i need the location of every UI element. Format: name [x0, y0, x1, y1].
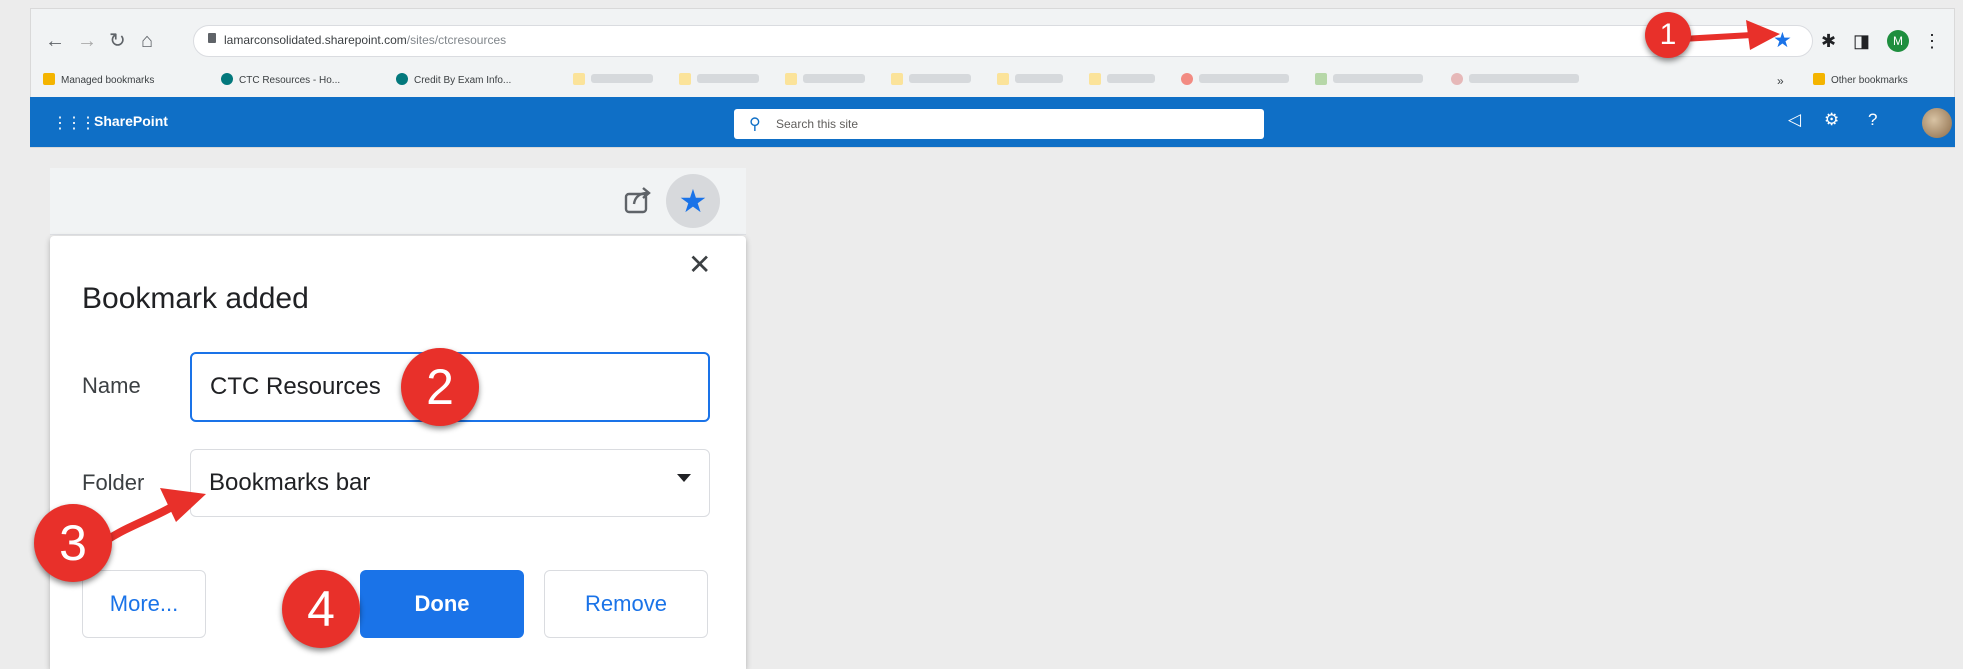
- bookmark-star-icon[interactable]: ★: [666, 174, 720, 228]
- site-icon: [1315, 73, 1327, 85]
- bookmark-blurred[interactable]: [1315, 73, 1423, 89]
- bookmark-label: CTC Resources - Ho...: [239, 75, 341, 86]
- sharepoint-icon: [221, 73, 233, 85]
- folder-icon: [679, 73, 691, 85]
- blurred-text: [1199, 74, 1289, 83]
- search-placeholder: Search this site: [776, 117, 859, 131]
- site-icon: [1451, 73, 1463, 85]
- sharepoint-icon: [396, 73, 408, 85]
- forward-icon[interactable]: →: [77, 29, 97, 53]
- help-icon[interactable]: ?: [1868, 110, 1877, 130]
- folder-label: Folder: [82, 470, 145, 495]
- more-button[interactable]: More...: [82, 570, 206, 638]
- megaphone-icon[interactable]: ◁: [1788, 110, 1801, 130]
- url-path: /sites/ctcresources: [406, 33, 507, 47]
- blurred-text: [1107, 74, 1155, 83]
- callout-4: 4: [282, 570, 360, 648]
- dropdown-caret-icon: [677, 474, 691, 482]
- site-search-box[interactable]: ⚲ Search this site: [734, 109, 1264, 139]
- folder-icon: [573, 73, 585, 85]
- extensions-icon[interactable]: ✱: [1821, 30, 1836, 52]
- folder-selected-value: Bookmarks bar: [209, 469, 371, 496]
- other-bookmarks[interactable]: Other bookmarks: [1813, 73, 1908, 89]
- bookmark-blurred[interactable]: [573, 73, 653, 89]
- reload-icon[interactable]: ↻: [109, 29, 126, 53]
- user-avatar[interactable]: [1922, 108, 1952, 138]
- blurred-text: [1469, 74, 1579, 83]
- menu-icon[interactable]: ⋮: [1923, 30, 1941, 52]
- bookmark-credit-by-exam[interactable]: Credit By Exam Info...: [396, 73, 511, 89]
- bookmark-blurred[interactable]: [1451, 73, 1579, 89]
- bookmark-blurred[interactable]: [997, 73, 1063, 89]
- remove-button[interactable]: Remove: [544, 570, 708, 638]
- folder-icon: [1813, 73, 1825, 85]
- bookmark-label: Credit By Exam Info...: [414, 75, 512, 86]
- callout-3: 3: [34, 504, 112, 582]
- bookmark-added-dialog: ✕ Bookmark added Name Folder Bookmarks b…: [50, 236, 746, 669]
- side-panel-icon[interactable]: ◨: [1853, 30, 1870, 52]
- done-button[interactable]: Done: [360, 570, 524, 638]
- bookmarks-bar: Managed bookmarks CTC Resources - Ho... …: [31, 65, 1954, 95]
- folder-icon: [997, 73, 1009, 85]
- lock-icon: [208, 33, 216, 43]
- back-icon[interactable]: ←: [45, 29, 65, 53]
- blurred-text: [1333, 74, 1423, 83]
- callout-2: 2: [401, 348, 479, 426]
- callout-1: 1: [1645, 12, 1691, 58]
- toolbar-strip: ★: [50, 168, 746, 235]
- blurred-text: [697, 74, 759, 83]
- bookmark-blurred[interactable]: [679, 73, 759, 89]
- folder-select[interactable]: Bookmarks bar: [190, 449, 710, 517]
- home-icon[interactable]: ⌂: [141, 29, 153, 53]
- blurred-text: [909, 74, 971, 83]
- name-label: Name: [82, 373, 141, 398]
- bookmark-blurred[interactable]: [891, 73, 971, 89]
- search-icon: ⚲: [749, 116, 761, 133]
- dialog-title: Bookmark added: [82, 282, 309, 315]
- bookmark-star-icon[interactable]: ★: [1773, 29, 1792, 53]
- url-text: lamarconsolidated.sharepoint.com/sites/c…: [224, 33, 506, 47]
- folder-icon: [1089, 73, 1101, 85]
- site-icon: [1181, 73, 1193, 85]
- blurred-text: [1015, 74, 1063, 83]
- bookmark-managed[interactable]: Managed bookmarks: [43, 73, 154, 89]
- bookmark-blurred[interactable]: [1181, 73, 1289, 89]
- address-bar[interactable]: lamarconsolidated.sharepoint.com/sites/c…: [193, 25, 1813, 57]
- bookmark-label: Other bookmarks: [1831, 75, 1908, 86]
- bookmark-blurred[interactable]: [785, 73, 865, 89]
- bookmark-ctc-resources[interactable]: CTC Resources - Ho...: [221, 73, 340, 89]
- sharepoint-header: ⋮⋮⋮ SharePoint ⚲ Search this site ◁ ⚙ ?: [30, 97, 1955, 147]
- folder-icon: [891, 73, 903, 85]
- close-icon[interactable]: ✕: [688, 250, 711, 280]
- folder-icon: [43, 73, 55, 85]
- bookmark-blurred[interactable]: [1089, 73, 1155, 89]
- app-launcher-icon[interactable]: ⋮⋮⋮: [52, 113, 96, 133]
- bookmarks-overflow-icon[interactable]: »: [1777, 73, 1784, 89]
- profile-avatar[interactable]: M: [1887, 30, 1909, 52]
- folder-icon: [785, 73, 797, 85]
- blurred-text: [591, 74, 653, 83]
- bookmark-label: Managed bookmarks: [61, 75, 155, 86]
- blurred-text: [803, 74, 865, 83]
- settings-icon[interactable]: ⚙: [1824, 110, 1839, 130]
- share-icon[interactable]: [620, 182, 656, 218]
- url-domain: lamarconsolidated.sharepoint.com: [224, 33, 407, 47]
- app-name[interactable]: SharePoint: [94, 113, 168, 129]
